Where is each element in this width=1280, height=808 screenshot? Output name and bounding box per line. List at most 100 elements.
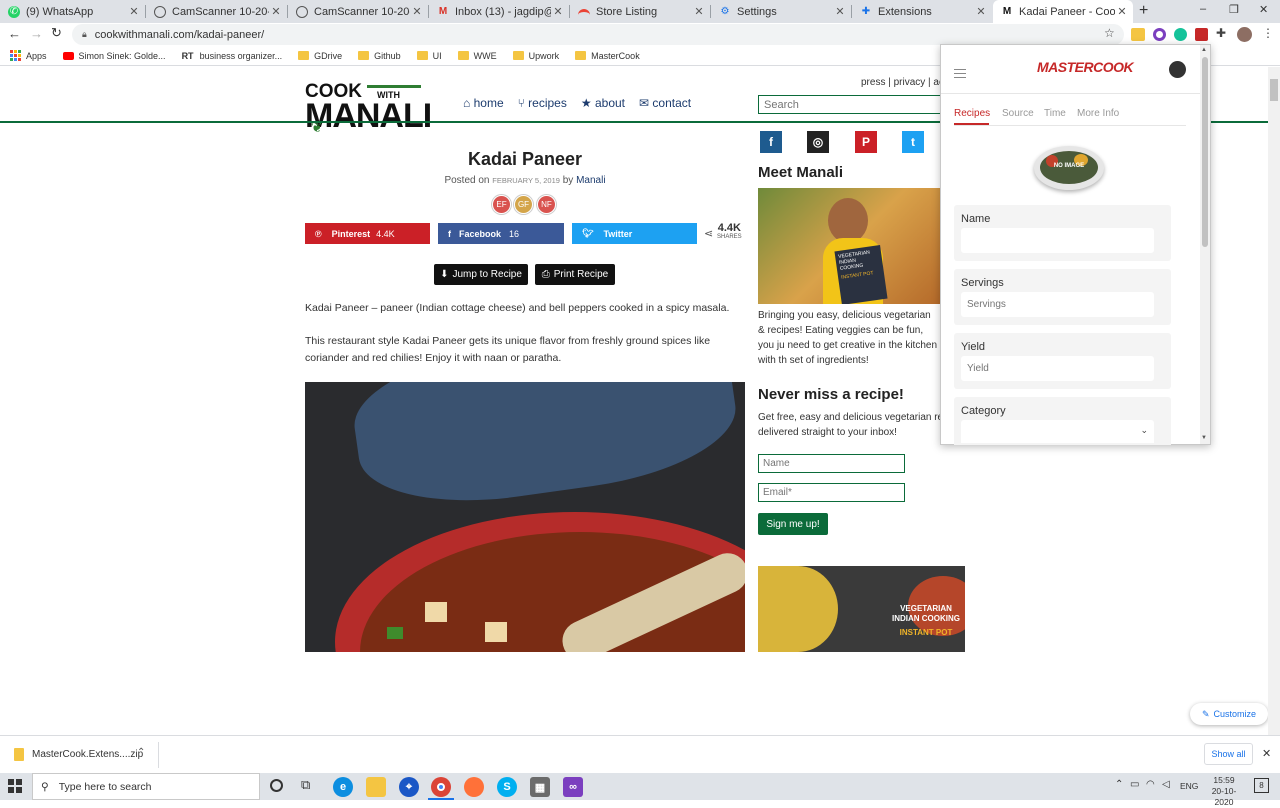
close-tab-icon[interactable]: ✕ [833,5,847,18]
close-tab-icon[interactable]: ✕ [1115,5,1129,18]
tab-whatsapp[interactable]: ✆ (9) WhatsApp ✕ [0,0,145,23]
address-bar[interactable]: 🔒︎ cookwithmanali.com/kadai-paneer/ [72,24,1124,45]
battery-icon[interactable]: ▭ [1130,779,1139,790]
taskbar-search-box[interactable]: ⚲ Type here to search [32,773,260,800]
close-tab-icon[interactable]: ✕ [410,5,424,18]
category-select[interactable]: ⌄ [961,420,1154,443]
tab-extensions[interactable]: ✚ Extensions ✕ [852,0,992,23]
download-filename[interactable]: MasterCook.Extens....zip [32,749,143,760]
nav-recipes[interactable]: ⑂ recipes [518,96,567,110]
file-explorer-icon[interactable] [366,777,386,797]
chrome-icon[interactable] [431,777,451,797]
nav-home[interactable]: ⌂ home [463,96,504,110]
maps-icon[interactable]: ⌖ [399,777,419,797]
bookmark-simon-sinek[interactable]: Simon Sinek: Golde... [62,51,166,61]
rt-icon: RT [181,50,194,61]
bookmark-business-organizer[interactable]: RT business organizer... [182,51,283,61]
yield-input[interactable] [961,356,1154,381]
tray-chevron-icon[interactable]: ⌃ [1115,779,1123,790]
servings-input[interactable] [961,292,1154,317]
grammarly-icon[interactable] [1174,28,1187,41]
nav-about[interactable]: ★ about [581,96,625,110]
author-link[interactable]: Manali [576,175,605,186]
extension-yellow-icon[interactable] [1131,28,1145,41]
print-recipe-button[interactable]: ⎙ Print Recipe [535,264,615,285]
sign-up-button[interactable]: Sign me up! [758,513,828,535]
tab-gmail[interactable]: M Inbox (13) - jagdip@whizca ✕ [429,0,569,23]
nav-contact[interactable]: ✉ contact [639,96,691,110]
profile-avatar-icon[interactable] [1237,27,1252,42]
bookmark-ui[interactable]: UI [416,51,442,61]
cortana-icon[interactable] [270,779,283,792]
visual-studio-icon[interactable]: ∞ [563,777,583,797]
user-avatar[interactable] [1169,61,1186,78]
instagram-icon[interactable]: ◎ [807,131,829,153]
back-arrow-icon[interactable]: ← [8,26,21,41]
tab-kadai-paneer[interactable]: M Kadai Paneer - Cook With M ✕ [993,0,1133,23]
customize-button[interactable]: ✎ Customize [1190,703,1268,725]
extensions-puzzle-icon[interactable]: ✚ [1216,26,1226,40]
top-links[interactable]: press | privacy | ac [861,77,944,88]
page-scrollbar[interactable] [1268,67,1280,735]
wifi-icon[interactable]: ◠ [1146,779,1155,790]
skype-icon[interactable]: S [497,777,517,797]
firefox-icon[interactable] [464,777,484,797]
windows-start-icon[interactable] [8,779,22,793]
bookmark-upwork[interactable]: Upwork [512,51,559,61]
recipe-image-placeholder[interactable]: NO IMAGE [1034,146,1104,190]
show-all-button[interactable]: Show all [1204,743,1253,765]
chevron-up-icon[interactable]: ⌃ [137,747,145,758]
bookmark-wwe[interactable]: WWE [457,51,497,61]
bookmark-mastercook[interactable]: MasterCook [575,51,640,61]
bookmark-github[interactable]: Github [358,51,401,61]
kebab-menu-icon[interactable]: ⋮ [1262,26,1274,40]
forward-arrow-icon[interactable]: → [30,26,43,41]
recipe-name-input[interactable] [961,228,1154,253]
popup-tab-time[interactable]: Time [1044,108,1066,119]
window-close-button[interactable]: ✕ [1259,3,1268,16]
close-tab-icon[interactable]: ✕ [127,5,141,18]
mastercook-extension-icon[interactable] [1195,28,1208,41]
bookmark-gdrive[interactable]: GDrive [298,51,342,61]
taskbar-clock[interactable]: 15:59 20-10-2020 [1204,775,1244,808]
popup-tab-recipes[interactable]: Recipes [954,108,990,119]
tab-camscanner-2[interactable]: CamScanner 10-20-2020 12. ✕ [288,0,428,23]
minimize-button[interactable]: – [1200,3,1206,15]
popup-tab-source[interactable]: Source [1002,108,1034,119]
site-search-input[interactable] [758,95,948,114]
popup-scrollbar[interactable]: ▲ ▼ [1200,45,1210,444]
calculator-icon[interactable]: ▦ [530,777,550,797]
tab-store-listing[interactable]: Store Listing ✕ [570,0,710,23]
tab-camscanner-1[interactable]: CamScanner 10-20-2020 12. ✕ [146,0,287,23]
hamburger-menu-icon[interactable] [954,69,966,78]
close-download-bar-icon[interactable]: ✕ [1262,747,1271,760]
newsletter-name-input[interactable] [758,454,905,473]
popup-tab-more-info[interactable]: More Info [1077,108,1119,119]
bookmark-star-icon[interactable]: ☆ [1104,26,1115,40]
facebook-icon[interactable]: f [760,131,782,153]
reload-icon[interactable]: ↻ [51,25,62,41]
restore-button[interactable]: ❐ [1229,3,1239,16]
language-indicator[interactable]: ENG [1180,781,1198,791]
pinterest-share-button[interactable]: ℗ Pinterest 4.4K [305,223,430,244]
tab-settings[interactable]: ⚙ Settings ✕ [711,0,851,23]
close-tab-icon[interactable]: ✕ [692,5,706,18]
edge-icon[interactable]: e [333,777,353,797]
facebook-share-button[interactable]: f Facebook 16 [438,223,564,244]
twitter-share-button[interactable]: 🐦︎ Twitter [572,223,697,244]
pinterest-icon[interactable]: P [855,131,877,153]
task-view-icon[interactable]: ⧉ [301,777,310,793]
close-tab-icon[interactable]: ✕ [551,5,565,18]
jump-to-recipe-button[interactable]: ⬇ Jump to Recipe [434,264,528,285]
newsletter-email-input[interactable] [758,483,905,502]
cookbook-promo-banner[interactable]: VEGETARIAN INDIAN COOKING INSTANT POT [758,566,965,652]
close-tab-icon[interactable]: ✕ [269,5,283,18]
bookmark-apps[interactable]: Apps [10,50,47,61]
new-tab-button[interactable]: + [1139,2,1148,20]
extension-purple-icon[interactable] [1153,28,1166,41]
site-logo[interactable]: COOK WITH MANALI ❦ [305,81,432,137]
notification-center-icon[interactable]: 8 [1254,778,1269,793]
twitter-icon[interactable]: t [902,131,924,153]
close-tab-icon[interactable]: ✕ [974,5,988,18]
volume-icon[interactable]: ◁ [1162,779,1170,790]
